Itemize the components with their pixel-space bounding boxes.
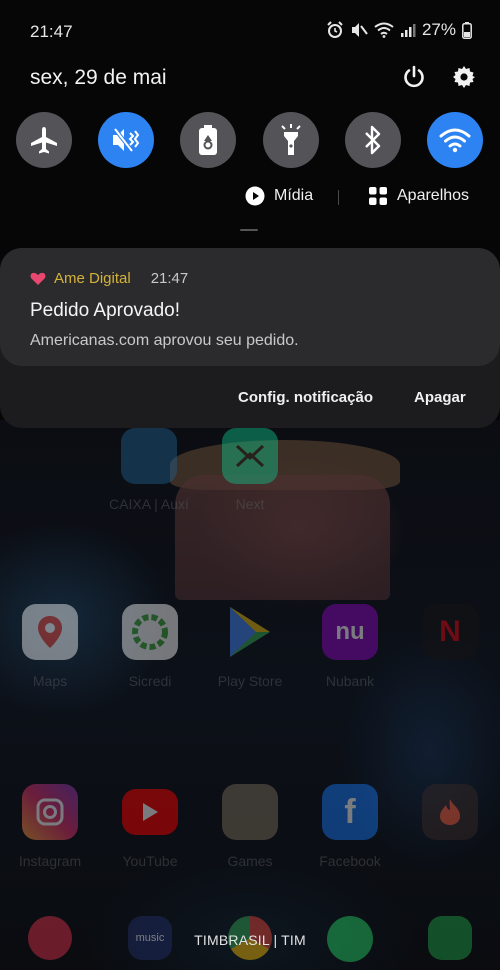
app-youtube[interactable]: YouTube [100,784,200,869]
app-games[interactable]: Games [200,784,300,869]
app-sicredi[interactable]: Sicredi [100,604,200,689]
media-button[interactable]: Mídia [245,186,313,206]
netflix-app-icon: N [422,604,478,660]
flame-app-icon [422,784,478,840]
alarm-icon [327,21,343,38]
panel-date: sex, 29 de mai [30,66,167,89]
app-label: YouTube [122,853,178,869]
toggle-mute[interactable] [98,112,154,168]
app-next[interactable]: Next [200,428,300,512]
notification-app-name: Ame Digital [54,270,131,287]
toggle-airplane-mode[interactable] [16,112,72,168]
games-folder-icon [222,784,278,840]
app-play-store[interactable]: Play Store [200,604,300,689]
facebook-app-icon: f [322,784,378,840]
play-store-icon [222,604,278,660]
app-label: Sicredi [128,673,172,689]
app-maps[interactable]: Maps [0,604,100,689]
panel-drag-handle[interactable] [240,229,258,231]
app-label: Instagram [18,853,82,869]
toggle-bluetooth[interactable] [345,112,401,168]
media-devices-row: Mídia Aparelhos [0,186,500,210]
notification-header: Ame Digital 21:47 [30,270,188,287]
devices-label: Aparelhos [397,187,470,204]
youtube-app-icon [122,789,178,835]
status-icons: 27% [326,20,472,40]
mute-status-icon [351,23,368,37]
media-label: Mídia [274,187,314,204]
power-icon[interactable] [399,62,429,92]
app-label: Next [235,496,265,512]
mute-vibrate-icon [113,127,140,153]
airplane-icon [31,127,57,154]
sicredi-app-icon [122,604,178,660]
wifi-icon [439,128,471,153]
devices-button[interactable]: Aparelhos [368,186,469,206]
toggle-wifi[interactable] [427,112,483,168]
flashlight-icon [281,124,301,155]
next-app-icon [222,428,278,484]
notification-body: Americanas.com aprovou seu pedido. [30,332,299,349]
app-facebook[interactable]: f Facebook [300,784,400,869]
instagram-app-icon [22,784,78,840]
app-label: Maps [32,673,68,689]
quick-settings-toggles [15,112,485,168]
media-separator [338,190,339,205]
notification-settings-button[interactable]: Config. notificação [238,389,373,406]
app-netflix[interactable]: N [400,604,500,660]
notification-card[interactable]: Ame Digital 21:47 Pedido Aprovado! Ameri… [0,248,500,366]
app-caixa[interactable]: CAIXA | Auxí [99,428,199,512]
app-label: Nubank [325,673,375,689]
app-nubank[interactable]: nu Nubank [300,604,400,689]
devices-grid-icon [369,187,387,205]
toggle-flashlight[interactable] [263,112,319,168]
app-label: Games [227,853,273,869]
battery-percentage: 27% [421,20,456,39]
app-label: Facebook [319,853,381,869]
battery-icon [462,21,472,39]
battery-recycle-icon [199,125,217,155]
wifi-status-icon [374,22,394,38]
settings-gear-icon[interactable] [449,62,479,92]
app-label: Play Store [217,673,283,689]
nubank-app-icon: nu [322,604,378,660]
status-time: 21:47 [30,22,73,41]
status-bar: 21:47 27% [0,0,500,60]
play-circle-icon [245,186,265,206]
maps-app-icon [22,604,78,660]
notification-time: 21:47 [150,270,189,287]
caixa-app-icon [121,428,177,484]
heart-icon [30,272,46,285]
signal-icon [400,24,416,37]
toggle-power-saving[interactable] [180,112,236,168]
bluetooth-icon [365,125,381,155]
app-label: CAIXA | Auxí [109,496,189,512]
clear-notifications-button[interactable]: Apagar [414,389,466,406]
notification-title: Pedido Aprovado! [30,300,181,321]
app-tinder[interactable] [400,784,500,840]
carrier-label: TIMBRASIL | TIM [194,932,306,948]
app-instagram[interactable]: Instagram [0,784,100,869]
notification-container: Ame Digital 21:47 Pedido Aprovado! Ameri… [0,248,500,428]
